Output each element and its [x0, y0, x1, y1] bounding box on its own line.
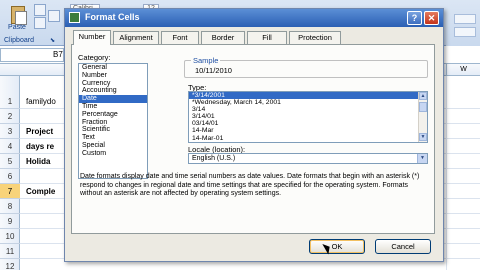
tab-fill[interactable]: Fill: [247, 31, 287, 44]
scroll-down-icon[interactable]: ▼: [419, 133, 427, 141]
ribbon-right-button-2[interactable]: [454, 27, 476, 37]
row-header-1[interactable]: 1: [0, 94, 20, 109]
category-time[interactable]: Time: [79, 103, 147, 111]
sample-label: Sample: [191, 56, 221, 65]
row-header-7[interactable]: 7: [0, 184, 20, 199]
category-scientific[interactable]: Scientific: [79, 126, 147, 134]
cell-b7[interactable]: Comple: [26, 187, 55, 196]
row-headers: 1 2 3 4 5 6 7 8 9 10 11 12: [0, 76, 20, 270]
cell-b1[interactable]: familydo: [26, 97, 56, 106]
locale-value: English (U.S.): [192, 155, 236, 162]
tab-protection[interactable]: Protection: [289, 31, 341, 44]
row-header-3[interactable]: 3: [0, 124, 20, 139]
category-date[interactable]: Date: [79, 95, 147, 103]
type-list[interactable]: *3/14/2001 *Wednesday, March 14, 2001 3/…: [188, 91, 428, 143]
number-tab-panel: Category: General Number Currency Accoun…: [71, 44, 435, 234]
tab-font[interactable]: Font: [161, 31, 199, 44]
close-button[interactable]: ✕: [424, 11, 439, 25]
scroll-thumb[interactable]: [419, 102, 427, 112]
format-description: Date formats display date and time seria…: [80, 173, 420, 197]
tab-border[interactable]: Border: [201, 31, 245, 44]
cell-b5[interactable]: Holida: [26, 157, 50, 166]
type-item[interactable]: 3/14: [189, 106, 427, 113]
cell-b3[interactable]: Project: [26, 127, 53, 136]
row-header-11[interactable]: 11: [0, 244, 20, 259]
category-text[interactable]: Text: [79, 134, 147, 142]
type-list-scrollbar[interactable]: ▲ ▼: [418, 92, 427, 142]
row-header-6[interactable]: 6: [0, 169, 20, 184]
tab-number[interactable]: Number: [73, 30, 111, 45]
name-box[interactable]: B7: [0, 48, 64, 62]
clipboard-group-label: Clipboard: [4, 37, 34, 44]
category-list[interactable]: General Number Currency Accounting Date …: [78, 63, 148, 179]
row-header-10[interactable]: 10: [0, 229, 20, 244]
paste-paper-icon: [15, 11, 27, 25]
category-special[interactable]: Special: [79, 142, 147, 150]
type-item[interactable]: *3/14/2001: [189, 92, 427, 100]
category-accounting[interactable]: Accounting: [79, 87, 147, 95]
ribbon-right-button-1[interactable]: [454, 14, 476, 24]
excel-app-icon: [69, 12, 80, 23]
sample-value: 10/11/2010: [195, 66, 232, 75]
row-header-5[interactable]: 5: [0, 154, 20, 169]
type-item[interactable]: 03/14/01: [189, 120, 427, 127]
column-header-w[interactable]: W: [446, 64, 480, 76]
row-header-2[interactable]: 2: [0, 109, 20, 124]
category-percentage[interactable]: Percentage: [79, 111, 147, 119]
sample-group: Sample 10/11/2010: [184, 56, 428, 78]
format-cells-dialog: Format Cells ? ✕ Number Alignment Font B…: [64, 8, 444, 262]
category-label: Category:: [78, 53, 111, 62]
category-currency[interactable]: Currency: [79, 80, 147, 88]
paste-label[interactable]: Paste: [4, 24, 30, 31]
column-divider: [446, 76, 447, 270]
category-custom[interactable]: Custom: [79, 150, 147, 158]
scroll-up-icon[interactable]: ▲: [419, 92, 427, 100]
dialog-title: Format Cells: [85, 12, 140, 22]
format-painter-icon[interactable]: [48, 10, 60, 22]
type-item[interactable]: *Wednesday, March 14, 2001: [189, 99, 427, 106]
row-header-8[interactable]: 8: [0, 199, 20, 214]
ribbon-right-group: [446, 0, 480, 46]
type-item[interactable]: 14-Mar-01: [189, 135, 427, 142]
tab-alignment[interactable]: Alignment: [113, 31, 159, 44]
locale-select[interactable]: English (U.S.) ▼: [188, 153, 428, 164]
row-header-12[interactable]: 12: [0, 259, 20, 270]
cell-b4[interactable]: days re: [26, 142, 54, 151]
copy-icon[interactable]: [34, 17, 46, 29]
category-general[interactable]: General: [79, 64, 147, 72]
dialog-titlebar[interactable]: Format Cells ? ✕: [65, 9, 443, 27]
help-button[interactable]: ?: [407, 11, 422, 25]
dialog-launcher-icon[interactable]: ⬊: [50, 37, 55, 44]
category-number[interactable]: Number: [79, 72, 147, 80]
row-header-4[interactable]: 4: [0, 139, 20, 154]
cancel-button[interactable]: Cancel: [375, 239, 431, 254]
ok-button[interactable]: OK: [309, 239, 365, 254]
type-item[interactable]: 14-Mar: [189, 127, 427, 134]
cut-icon[interactable]: [34, 4, 46, 16]
type-item[interactable]: 3/14/01: [189, 113, 427, 120]
chevron-down-icon[interactable]: ▼: [417, 154, 427, 163]
category-fraction[interactable]: Fraction: [79, 119, 147, 127]
row-header-9[interactable]: 9: [0, 214, 20, 229]
